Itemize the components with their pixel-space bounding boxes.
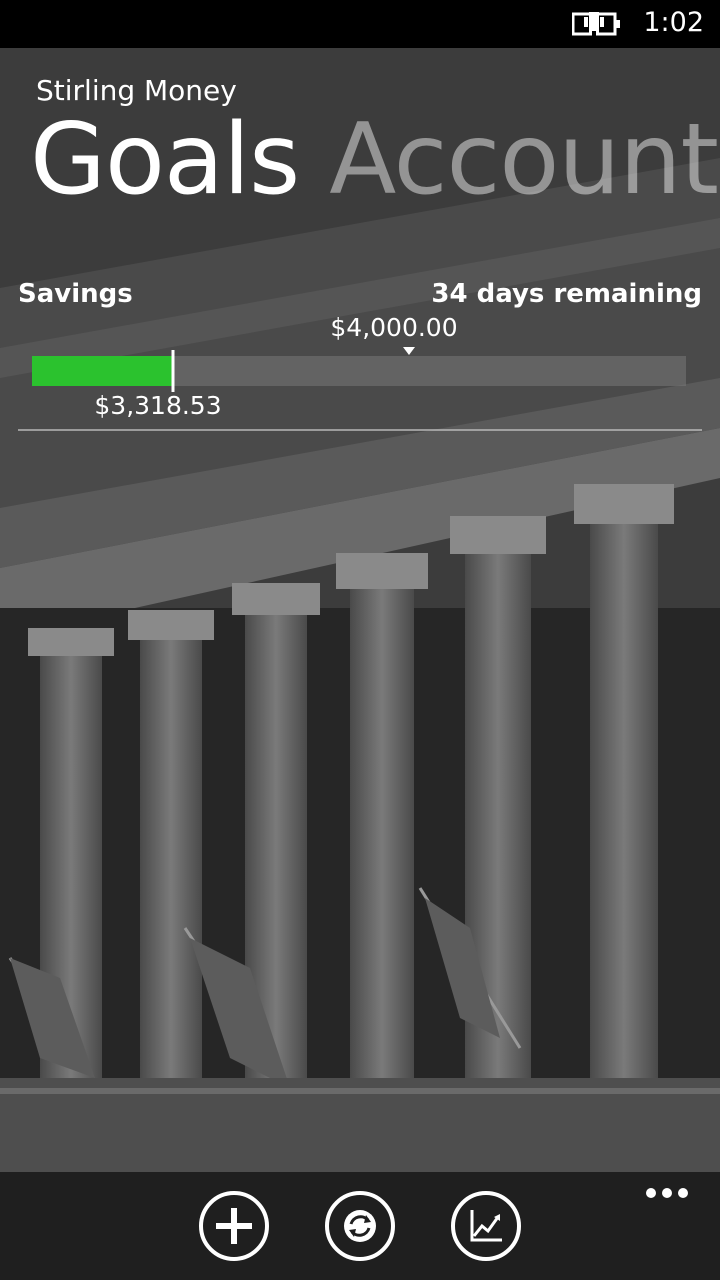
goal-current-amount: $3,318.53 xyxy=(94,391,222,420)
chart-button[interactable] xyxy=(450,1190,522,1262)
phone-screen: 1:02 Stirling Money Goals Account Saving… xyxy=(0,0,720,1280)
goal-target-amount: $4,000.00 xyxy=(330,313,458,342)
chart-icon xyxy=(451,1191,521,1261)
tab-goals[interactable]: Goals xyxy=(30,100,300,220)
goal-progress-cursor xyxy=(171,350,175,392)
status-bar: 1:02 xyxy=(0,0,720,48)
add-icon xyxy=(199,1191,269,1261)
pivot-header: Goals Account xyxy=(30,100,720,220)
add-goal-button[interactable] xyxy=(198,1190,270,1262)
battery-charging-icon xyxy=(572,12,620,37)
goal-name: Savings xyxy=(18,279,133,309)
tab-account[interactable]: Account xyxy=(329,100,719,220)
more-dots-icon[interactable] xyxy=(644,1186,690,1200)
goal-item-savings[interactable]: Savings 34 days remaining $4,000.00 $3,3… xyxy=(18,276,702,432)
sync-button[interactable] xyxy=(324,1190,396,1262)
goal-days-remaining: 34 days remaining xyxy=(431,279,702,309)
sync-icon xyxy=(325,1191,395,1261)
status-time: 1:02 xyxy=(643,7,704,38)
goal-progress-bar xyxy=(32,350,686,392)
app-bar xyxy=(0,1172,720,1280)
goal-progress-fill xyxy=(32,356,173,386)
target-marker-icon xyxy=(403,347,415,355)
goal-divider xyxy=(18,429,702,431)
